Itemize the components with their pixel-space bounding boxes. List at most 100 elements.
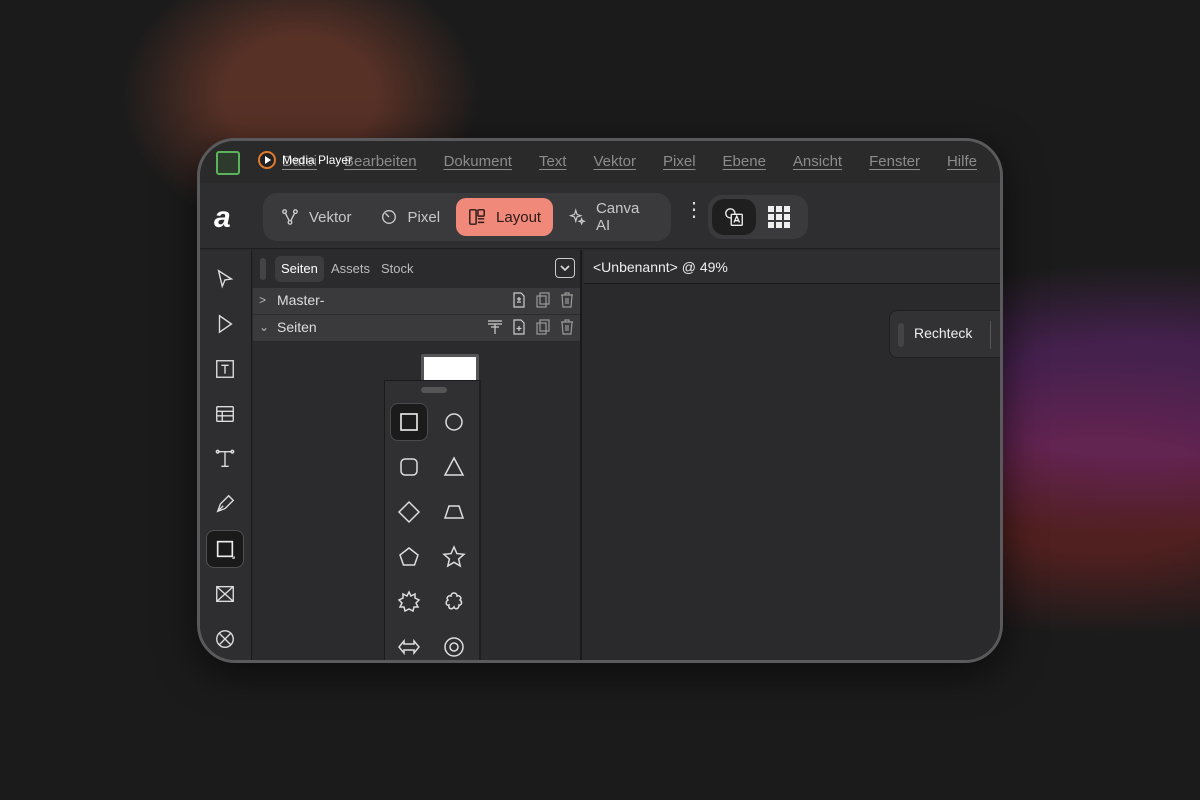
- tab-seiten[interactable]: Seiten: [275, 256, 324, 282]
- artistic-text-icon: [215, 449, 235, 468]
- panel-grip[interactable]: [260, 258, 266, 280]
- shape-diamond[interactable]: [390, 493, 428, 531]
- tab-assets[interactable]: Assets: [325, 256, 376, 282]
- menu-ansicht[interactable]: Ansicht: [793, 153, 842, 170]
- shape-star[interactable]: [435, 538, 473, 576]
- text-frame-icon: [216, 360, 234, 378]
- app-window: Datei Bearbeiten Dokument Text Vektor Pi…: [197, 138, 1003, 663]
- main-menu: Datei Bearbeiten Dokument Text Vektor Pi…: [282, 153, 977, 170]
- rectangle-icon: [216, 540, 235, 559]
- add-page-icon[interactable]: [510, 318, 528, 336]
- delete-page-icon[interactable]: [558, 318, 576, 336]
- shape-burst[interactable]: [390, 583, 428, 621]
- shape-rounded-rectangle[interactable]: [390, 448, 428, 486]
- star-icon: [442, 545, 466, 568]
- persona-canva-ai-label: Canva AI: [595, 200, 640, 234]
- chevron-right-icon: >: [259, 293, 267, 307]
- table-tool[interactable]: [206, 395, 244, 433]
- persona-pixel-label: Pixel: [407, 208, 441, 226]
- shape-polygon[interactable]: [390, 538, 428, 576]
- shape-trapezoid[interactable]: [435, 493, 473, 531]
- mode-toggle: [708, 195, 808, 239]
- master-pages-row[interactable]: > Master-: [253, 288, 580, 314]
- persona-switcher: Vektor Pixel Layout Canva AI: [263, 193, 671, 241]
- sparkle-icon: [569, 208, 586, 226]
- persona-pixel[interactable]: Pixel: [368, 198, 453, 236]
- frame-text-tool[interactable]: [206, 350, 244, 388]
- grid-mode-icon[interactable]: [768, 206, 790, 228]
- context-grip[interactable]: [898, 323, 904, 347]
- media-player-overlay[interactable]: Media Player: [258, 149, 352, 171]
- menu-fenster[interactable]: Fenster: [869, 153, 920, 170]
- menu-bearbeiten[interactable]: Bearbeiten: [344, 153, 417, 170]
- flyout-grip[interactable]: [421, 387, 447, 393]
- pen-nib-icon: [216, 494, 235, 513]
- circle-icon: [445, 413, 463, 431]
- trash-icon[interactable]: [558, 291, 576, 309]
- pen-tool[interactable]: [206, 485, 244, 523]
- layout-icon: [469, 209, 485, 225]
- move-tool[interactable]: [206, 260, 244, 298]
- pages-label: Seiten: [277, 319, 317, 335]
- document-canvas[interactable]: <Unbenannt> @ 49% Rechteck: [584, 250, 1000, 660]
- node-arrow-icon: [218, 314, 233, 334]
- menu-bar: Datei Bearbeiten Dokument Text Vektor Pi…: [200, 141, 1000, 183]
- persona-layout[interactable]: Layout: [456, 198, 554, 236]
- document-tab[interactable]: <Unbenannt> @ 49%: [584, 250, 1000, 284]
- master-pages-label: Master-: [277, 292, 325, 308]
- persona-toolbar: a Vektor Pixel Layout Canva AI ⋮: [200, 183, 1000, 249]
- picture-frame-tool[interactable]: [206, 575, 244, 613]
- artistic-text-tool[interactable]: [206, 440, 244, 478]
- rectangle-tool[interactable]: [206, 530, 244, 568]
- pointer-arrow-icon: [217, 269, 234, 289]
- node-tool[interactable]: [206, 305, 244, 343]
- picture-frame-icon: [216, 585, 234, 603]
- menu-hilfe[interactable]: Hilfe: [947, 153, 977, 170]
- pages-row[interactable]: ⌄ Seiten: [253, 315, 580, 341]
- chevron-down-small-icon: ⌄: [259, 320, 270, 334]
- triangle-icon: [443, 456, 465, 476]
- persona-layout-label: Layout: [496, 208, 542, 226]
- menu-dokument[interactable]: Dokument: [444, 153, 512, 170]
- shape-rectangle[interactable]: [390, 403, 428, 441]
- document-title: <Unbenannt> @ 49%: [593, 259, 728, 275]
- rounded-square-icon: [400, 458, 418, 476]
- app-badge-icon: [216, 151, 240, 175]
- double-arrow-icon: [398, 638, 420, 656]
- diamond-icon: [397, 500, 421, 524]
- context-separator: [990, 321, 991, 349]
- menu-ebene[interactable]: Ebene: [723, 153, 766, 170]
- tab-stock[interactable]: Stock: [375, 256, 420, 282]
- persona-canva-ai[interactable]: Canva AI: [557, 198, 665, 236]
- persona-vektor-label: Vektor: [309, 208, 352, 226]
- affinity-logo: a: [214, 201, 231, 234]
- apply-master-icon[interactable]: [486, 318, 504, 336]
- square-icon: [400, 413, 418, 431]
- menu-pixel[interactable]: Pixel: [663, 153, 696, 170]
- shape-double-arrow[interactable]: [390, 628, 428, 660]
- tools-panel: [200, 250, 252, 660]
- shape-triangle[interactable]: [435, 448, 473, 486]
- pentagon-icon: [399, 547, 419, 566]
- vector-node-icon: [282, 209, 298, 225]
- context-toolbar: Rechteck: [889, 310, 1000, 358]
- duplicate-icon[interactable]: [534, 291, 552, 309]
- persona-vektor[interactable]: Vektor: [269, 198, 364, 236]
- shape-tools-flyout: [384, 380, 481, 660]
- duplicate-page-icon[interactable]: [534, 318, 552, 336]
- cloud-icon: [445, 592, 463, 610]
- menu-text[interactable]: Text: [539, 153, 567, 170]
- ellipse-frame-tool[interactable]: [206, 620, 244, 658]
- panel-menu-button[interactable]: [555, 258, 575, 278]
- shape-donut[interactable]: [435, 628, 473, 660]
- master-row-actions: [510, 291, 576, 309]
- menu-vektor[interactable]: Vektor: [593, 153, 636, 170]
- donut-icon: [444, 637, 464, 657]
- trapezoid-icon: [443, 505, 465, 519]
- shape-ellipse[interactable]: [435, 403, 473, 441]
- text-mode-icon[interactable]: [712, 199, 756, 235]
- more-options-icon[interactable]: ⋮: [684, 200, 704, 220]
- add-master-icon[interactable]: [510, 291, 528, 309]
- shape-cloud[interactable]: [435, 583, 473, 621]
- media-player-icon: [258, 151, 276, 169]
